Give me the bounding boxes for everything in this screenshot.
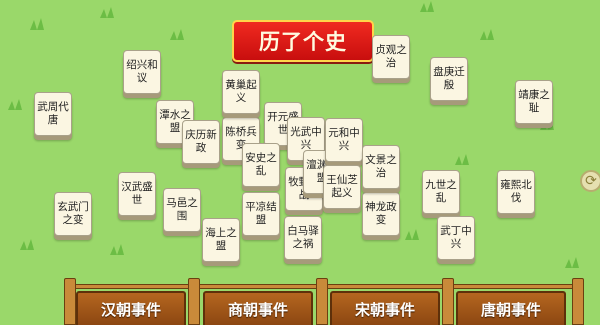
tile-pangeng[interactable]: 盘庚迁殷 xyxy=(430,57,468,101)
fence-post xyxy=(316,278,328,325)
tile-label: 雍熙北伐 xyxy=(500,179,532,204)
tile-yongxi[interactable]: 雍熙北伐 xyxy=(497,170,535,214)
tile-qingli[interactable]: 庆历新政 xyxy=(182,120,220,164)
tile-pingliang[interactable]: 平凉结盟 xyxy=(242,192,280,236)
tile-hanwu[interactable]: 汉武盛世 xyxy=(118,172,156,216)
tile-label: 平凉结盟 xyxy=(245,201,277,226)
tile-label: 汉武盛世 xyxy=(121,181,153,206)
category-label: 商朝事件 xyxy=(227,300,288,319)
tile-haishang[interactable]: 海上之盟 xyxy=(202,218,240,262)
tile-wuding[interactable]: 武丁中兴 xyxy=(437,216,475,260)
game-scene: 历了个史 武周代唐 玄武门之变 绍兴和议 潭水之盟 汉武盛世 马邑之围 陈桥兵变… xyxy=(0,0,600,325)
fence-post xyxy=(64,278,76,325)
tile-label: 靖康之耻 xyxy=(518,89,550,114)
category-label: 宋朝事件 xyxy=(354,300,415,319)
tile-label: 玄武门之变 xyxy=(57,201,89,226)
category-tang-button[interactable]: 唐朝事件 xyxy=(456,291,566,325)
tile-huangchao[interactable]: 黄巢起义 xyxy=(222,70,260,114)
tile-label: 黄巢起义 xyxy=(225,79,257,104)
category-shang-button[interactable]: 商朝事件 xyxy=(203,291,313,325)
category-han-button[interactable]: 汉朝事件 xyxy=(76,291,186,325)
tile-zhenguan[interactable]: 贞观之治 xyxy=(372,35,410,79)
tile-label: 马邑之围 xyxy=(166,197,198,222)
tile-label: 武丁中兴 xyxy=(440,225,472,250)
tile-label: 神龙政变 xyxy=(365,201,397,226)
fence-post xyxy=(442,278,454,325)
tile-label: 王仙芝起义 xyxy=(326,174,358,199)
game-title: 历了个史 xyxy=(259,30,347,54)
tile-label: 绍兴和议 xyxy=(126,59,158,84)
tile-label: 文景之治 xyxy=(365,154,397,179)
tile-label: 海上之盟 xyxy=(205,227,237,252)
tile-label: 白马驿之祸 xyxy=(287,225,319,250)
tile-label: 九世之乱 xyxy=(425,179,457,204)
tile-label: 贞观之治 xyxy=(375,44,407,69)
tile-label: 光武中兴 xyxy=(290,126,322,151)
fence-post xyxy=(572,278,584,325)
tile-wuzhou[interactable]: 武周代唐 xyxy=(34,92,72,136)
tile-jiushi[interactable]: 九世之乱 xyxy=(422,170,460,214)
tile-label: 安史之乱 xyxy=(245,152,277,177)
tile-label: 庆历新政 xyxy=(185,129,217,154)
tile-baimayi[interactable]: 白马驿之祸 xyxy=(284,216,322,260)
fence-post xyxy=(188,278,200,325)
tile-xuanwumen[interactable]: 玄武门之变 xyxy=(54,192,92,236)
tile-anshi[interactable]: 安史之乱 xyxy=(242,143,280,187)
side-refresh-button[interactable]: ⟳ xyxy=(580,170,600,192)
refresh-icon: ⟳ xyxy=(585,173,597,189)
category-label: 汉朝事件 xyxy=(100,300,161,319)
tile-mayi[interactable]: 马邑之围 xyxy=(163,188,201,232)
game-title-banner: 历了个史 xyxy=(232,20,374,62)
tile-shenlong[interactable]: 神龙政变 xyxy=(362,192,400,236)
tile-wangxianzhi[interactable]: 王仙芝起义 xyxy=(323,165,361,209)
tile-wenjing[interactable]: 文景之治 xyxy=(362,145,400,189)
category-label: 唐朝事件 xyxy=(480,300,541,319)
category-song-button[interactable]: 宋朝事件 xyxy=(330,291,440,325)
tile-label: 武周代唐 xyxy=(37,101,69,126)
tile-label: 元和中兴 xyxy=(328,127,360,152)
tile-jingkang[interactable]: 靖康之耻 xyxy=(515,80,553,124)
tile-shaoxing[interactable]: 绍兴和议 xyxy=(123,50,161,94)
tile-yuanhe[interactable]: 元和中兴 xyxy=(325,118,363,162)
tile-label: 盘庚迁殷 xyxy=(433,66,465,91)
